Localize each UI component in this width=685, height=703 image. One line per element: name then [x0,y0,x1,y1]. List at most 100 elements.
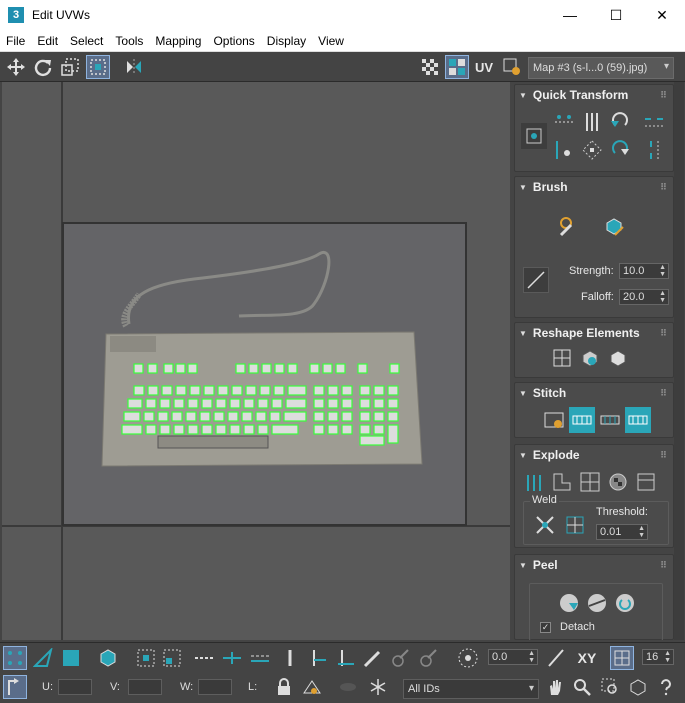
align-horizontal-icon[interactable] [551,109,577,135]
loop-selection-icon[interactable] [192,646,216,670]
polygon-mode-icon[interactable] [59,646,83,670]
shrink-selection-icon[interactable] [160,646,184,670]
stitch-custom-icon[interactable] [541,407,567,433]
select-by-edge-icon[interactable] [334,646,358,670]
zoom-icon[interactable] [570,675,594,699]
set-pivot-icon[interactable] [521,123,547,149]
space-horizontal-icon[interactable] [641,109,667,135]
stitch-to-target-icon[interactable] [625,407,651,433]
lock-icon[interactable] [272,675,296,699]
menu-view[interactable]: View [312,34,350,48]
brush-title: Brush [532,180,568,194]
flatten-by-material-icon[interactable] [605,469,631,495]
v-field[interactable] [128,679,162,695]
quick-transform-header[interactable]: ▼ Quick Transform ⠿ [515,85,673,105]
peel-header[interactable]: ▼ Peel ⠿ [515,555,673,575]
soft-selection-icon[interactable] [456,646,480,670]
map-settings-icon[interactable] [500,55,524,79]
zoom-extents-icon[interactable] [626,675,650,699]
uv-viewport[interactable] [2,82,510,640]
w-label: W: [180,681,194,693]
element-mode-icon[interactable] [96,646,120,670]
menu-display[interactable]: Display [261,34,312,48]
break-icon[interactable] [521,469,547,495]
absolute-offset-icon[interactable] [3,675,27,699]
zoom-region-icon[interactable] [598,675,622,699]
menu-mapping[interactable]: Mapping [149,34,207,48]
paint-select-grow-icon[interactable] [388,646,412,670]
align-to-edge-icon[interactable] [551,137,577,163]
paint-select-icon[interactable] [360,646,384,670]
pan-hand-icon[interactable] [543,675,567,699]
help-icon[interactable] [654,675,678,699]
panel-scrollbar[interactable] [674,82,684,640]
threshold-spinner[interactable]: 0.01 ▲ ▼ [596,524,648,540]
select-overlap-icon[interactable] [278,646,302,670]
checker-icon[interactable] [418,55,442,79]
maximize-button[interactable]: ☐ [593,0,639,30]
move-icon[interactable] [4,55,28,79]
minimize-button[interactable]: — [547,0,593,30]
freeform-icon[interactable] [86,55,110,79]
straighten-selection-icon[interactable] [549,345,575,371]
material-id-select[interactable]: All IDs ▾ [403,679,539,699]
falloff-spinner[interactable]: 20.0 ▲ ▼ [619,289,669,305]
align-vertical-icon[interactable] [579,109,605,135]
hide-icon[interactable] [336,675,360,699]
xy-toggle[interactable]: XY [572,646,602,670]
select-by-element-uv-icon[interactable] [306,646,330,670]
relax-settings-icon[interactable] [605,345,631,371]
strength-spinner[interactable]: 10.0 ▲ ▼ [619,263,669,279]
show-hidden-icon[interactable] [300,675,324,699]
ring-selection-icon[interactable] [220,646,244,670]
grid-snap-icon[interactable] [610,646,634,670]
texture-checker-icon[interactable] [445,55,469,79]
detach-edge-icon[interactable] [549,469,575,495]
mirror-icon[interactable] [122,55,146,79]
menu-file[interactable]: File [0,34,31,48]
straighten-icon[interactable] [579,137,605,163]
stitch-header[interactable]: ▼ Stitch ⠿ [515,383,673,403]
angle-spinner[interactable]: 0.0 ▲ ▼ [488,649,538,665]
paint-brush-icon[interactable] [601,213,627,239]
vertex-mode-icon[interactable] [3,646,27,670]
detach-checkbox[interactable]: ✓ [540,622,551,633]
edge-mode-icon[interactable] [31,646,55,670]
edge-loop-icon[interactable] [248,646,272,670]
peel-mode-icon[interactable] [584,590,610,616]
snap-angle-icon[interactable] [544,646,568,670]
menu-edit[interactable]: Edit [31,34,64,48]
space-vertical-icon[interactable] [641,137,667,163]
flatten-by-polygon-icon[interactable] [577,469,603,495]
paint-select-shrink-icon[interactable] [416,646,440,670]
brush-falloff-curve-icon[interactable] [523,267,549,293]
grid-spinner[interactable]: 16 ▲ ▼ [642,649,674,665]
menu-options[interactable]: Options [207,34,260,48]
grow-selection-icon[interactable] [134,646,158,670]
map-select-value: Map #3 (s-l...0 (59).jpg) [533,62,648,74]
explode-header[interactable]: ▼ Explode ⠿ [515,445,673,465]
stitch-average-icon[interactable] [597,407,623,433]
close-button[interactable]: ✕ [639,0,685,30]
weld-target-icon[interactable] [562,512,588,538]
relax-brush-icon[interactable] [553,213,579,239]
rotate-icon[interactable] [31,55,55,79]
brush-header[interactable]: ▼ Brush ⠿ [515,177,673,197]
menu-tools[interactable]: Tools [109,34,149,48]
flatten-by-smoothing-icon[interactable] [633,469,659,495]
stitch-to-source-icon[interactable] [569,407,595,433]
u-field[interactable] [58,679,92,695]
weld-selected-icon[interactable] [532,512,558,538]
freeze-icon[interactable] [366,675,390,699]
rotate-cw-icon[interactable] [607,137,633,163]
rotate-ccw-icon[interactable] [607,109,633,135]
w-field[interactable] [198,679,232,695]
menu-select[interactable]: Select [64,34,109,48]
relax-icon[interactable] [577,345,603,371]
scale-icon[interactable] [58,55,82,79]
reshape-elements-header[interactable]: ▼ Reshape Elements ⠿ [515,323,673,343]
quick-peel-icon[interactable] [556,590,582,616]
uv-toggle[interactable]: UV [472,55,496,79]
map-select[interactable]: Map #3 (s-l...0 (59).jpg) ▾ [528,57,674,79]
peel-reset-icon[interactable] [612,590,638,616]
